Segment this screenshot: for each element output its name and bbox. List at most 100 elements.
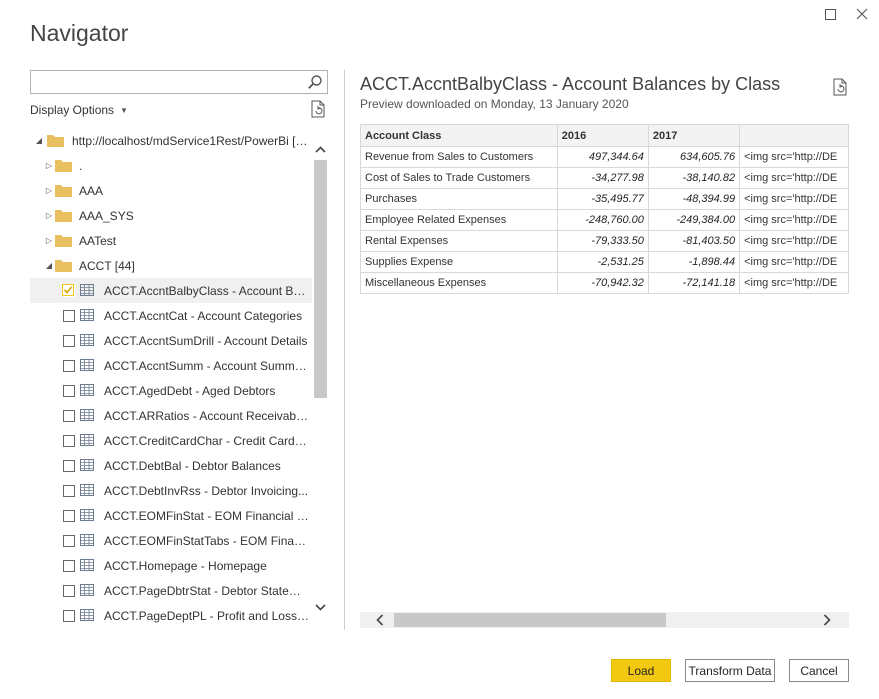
- table-cell[interactable]: <img src='http://DE: [739, 230, 849, 252]
- tree-item[interactable]: ACCT.AccntSumm - Account Summary: [30, 353, 312, 378]
- table-cell[interactable]: -70,942.32: [556, 272, 649, 294]
- tree-scrollbar[interactable]: [312, 128, 328, 630]
- column-header[interactable]: [739, 124, 849, 147]
- table-cell[interactable]: -35,495.77: [556, 188, 649, 210]
- expand-icon[interactable]: ▷: [44, 185, 54, 195]
- tree-item[interactable]: ACCT.EOMFinStat - EOM Financial St...: [30, 503, 312, 528]
- display-options-dropdown[interactable]: Display Options ▼: [30, 103, 128, 117]
- item-checkbox[interactable]: [62, 284, 75, 297]
- scroll-down-icon[interactable]: [314, 600, 327, 614]
- table-row: Supplies Expense -2,531.25 -1,898.44 <img s…: [360, 251, 849, 273]
- item-checkbox[interactable]: [63, 460, 75, 472]
- search-icon[interactable]: [307, 74, 323, 95]
- item-checkbox[interactable]: [63, 585, 75, 597]
- tree-folder-label: .: [79, 158, 83, 173]
- table-cell[interactable]: -2,531.25: [556, 251, 649, 273]
- item-checkbox[interactable]: [63, 335, 75, 347]
- tree-item[interactable]: ACCT.CreditCardChar - Credit Card C...: [30, 428, 312, 453]
- table-cell[interactable]: -1,898.44: [647, 251, 741, 273]
- transform-data-button[interactable]: Transform Data: [685, 659, 775, 682]
- item-checkbox[interactable]: [63, 360, 75, 372]
- table-cell[interactable]: <img src='http://DE: [739, 209, 849, 231]
- table-cell[interactable]: -79,333.50: [556, 230, 649, 252]
- table-cell[interactable]: -34,277.98: [556, 167, 649, 189]
- refresh-icon[interactable]: [310, 100, 326, 123]
- table-cell[interactable]: -72,141.18: [647, 272, 741, 294]
- tree-item[interactable]: ACCT.AgedDebt - Aged Debtors: [30, 378, 312, 403]
- table-cell[interactable]: -249,384.00: [647, 209, 741, 231]
- tree-item-label: ACCT.EOMFinStatTabs - EOM Financi...: [104, 533, 310, 548]
- maximize-icon[interactable]: [819, 4, 841, 24]
- scrollbar-thumb[interactable]: [314, 160, 327, 398]
- item-checkbox[interactable]: [63, 435, 75, 447]
- preview-hscrollbar[interactable]: [360, 612, 849, 628]
- preview-subtitle: Preview downloaded on Monday, 13 January…: [360, 97, 629, 111]
- scroll-up-icon[interactable]: [314, 142, 327, 156]
- item-checkbox[interactable]: [63, 510, 75, 522]
- scrollbar-thumb[interactable]: [394, 613, 666, 627]
- folder-icon: [55, 234, 72, 247]
- table-cell[interactable]: 497,344.64: [556, 146, 649, 168]
- item-checkbox[interactable]: [63, 560, 75, 572]
- table-cell[interactable]: Purchases: [360, 188, 558, 210]
- pane-divider[interactable]: [344, 70, 345, 630]
- load-button[interactable]: Load: [611, 659, 671, 682]
- tree-folder-aaa[interactable]: ▷ AAA: [30, 178, 312, 203]
- table-cell[interactable]: -48,394.99: [647, 188, 741, 210]
- expand-icon[interactable]: ▷: [44, 210, 54, 220]
- tree-item[interactable]: ACCT.ARRatios - Account Receivable...: [30, 403, 312, 428]
- table-cell[interactable]: <img src='http://DE: [739, 188, 849, 210]
- scroll-right-icon[interactable]: [819, 612, 835, 628]
- search-input[interactable]: [31, 71, 301, 93]
- expand-icon[interactable]: ▷: [44, 160, 54, 170]
- item-checkbox[interactable]: [63, 535, 75, 547]
- table-cell[interactable]: -38,140.82: [647, 167, 741, 189]
- tree-item[interactable]: ACCT.AccntSumDrill - Account Details: [30, 328, 312, 353]
- collapse-icon[interactable]: ◢: [44, 260, 54, 270]
- column-header[interactable]: 2016: [556, 124, 649, 147]
- tree-root[interactable]: ◢ http://localhost/mdService1Rest/PowerB…: [30, 128, 312, 153]
- tree-item[interactable]: ACCT.DebtBal - Debtor Balances: [30, 453, 312, 478]
- tree-folder-aaa-sys[interactable]: ▷ AAA_SYS: [30, 203, 312, 228]
- table-icon: [80, 484, 94, 496]
- table-cell[interactable]: -81,403.50: [647, 230, 741, 252]
- tree-folder-acct[interactable]: ◢ ACCT [44]: [30, 253, 312, 278]
- tree-item[interactable]: ACCT.DebtInvRss - Debtor Invoicing...: [30, 478, 312, 503]
- table-cell[interactable]: Miscellaneous Expenses: [360, 272, 558, 294]
- tree-item[interactable]: ACCT.PageDeptPL - Profit and Loss b...: [30, 603, 312, 628]
- table-cell[interactable]: Revenue from Sales to Customers: [360, 146, 558, 168]
- tree-item[interactable]: ACCT.AccntCat - Account Categories: [30, 303, 312, 328]
- column-header[interactable]: 2017: [647, 124, 741, 147]
- item-checkbox[interactable]: [63, 310, 75, 322]
- tree-item[interactable]: ACCT.Homepage - Homepage: [30, 553, 312, 578]
- table-cell[interactable]: <img src='http://DE: [739, 146, 849, 168]
- table-cell[interactable]: Supplies Expense: [360, 251, 558, 273]
- tree-folder-aatest[interactable]: ▷ AATest: [30, 228, 312, 253]
- item-checkbox[interactable]: [63, 485, 75, 497]
- expand-icon[interactable]: ▷: [44, 235, 54, 245]
- table-cell[interactable]: Rental Expenses: [360, 230, 558, 252]
- table-cell[interactable]: Cost of Sales to Trade Customers: [360, 167, 558, 189]
- table-cell[interactable]: <img src='http://DE: [739, 251, 849, 273]
- table-cell[interactable]: <img src='http://DE: [739, 272, 849, 294]
- scroll-left-icon[interactable]: [372, 612, 388, 628]
- close-icon[interactable]: [851, 4, 873, 24]
- tree-item[interactable]: ACCT.PageDbtrStat - Debtor Stateme...: [30, 578, 312, 603]
- tree-item[interactable]: ACCT.EOMFinStatTabs - EOM Financi...: [30, 528, 312, 553]
- tree-folder-dot[interactable]: ▷ .: [30, 153, 312, 178]
- item-checkbox[interactable]: [63, 610, 75, 622]
- collapse-icon[interactable]: ◢: [34, 135, 44, 145]
- search-box: [30, 70, 328, 94]
- cancel-button[interactable]: Cancel: [789, 659, 849, 682]
- table-cell[interactable]: 634,605.76: [647, 146, 741, 168]
- table-cell[interactable]: <img src='http://DE: [739, 167, 849, 189]
- column-header[interactable]: Account Class: [360, 124, 558, 147]
- folder-icon: [55, 209, 72, 222]
- item-checkbox[interactable]: [63, 410, 75, 422]
- table-cell[interactable]: -248,760.00: [556, 209, 649, 231]
- item-checkbox[interactable]: [63, 385, 75, 397]
- refresh-icon[interactable]: [832, 78, 848, 101]
- table-cell[interactable]: Employee Related Expenses: [360, 209, 558, 231]
- tree-folder-label: AAA: [79, 183, 104, 198]
- tree-item[interactable]: ACCT.AccntBalbyClass - Account Bala...: [30, 278, 312, 303]
